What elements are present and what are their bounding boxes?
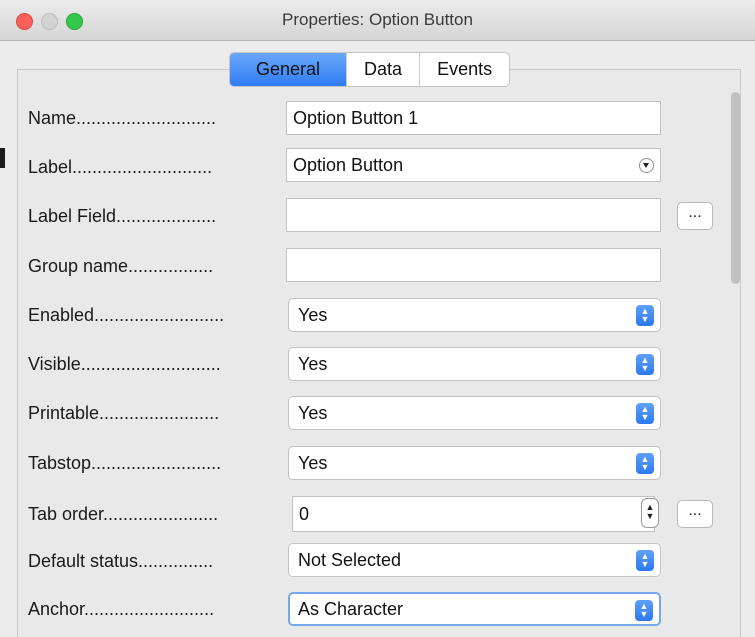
label-field-input[interactable]	[286, 198, 661, 232]
printable-select[interactable]: Yes ▲ ▼	[288, 396, 661, 430]
anchor-select[interactable]: As Character ▲ ▼	[288, 592, 661, 626]
label-value: Option Button	[293, 155, 404, 175]
anchor-value: As Character	[298, 599, 404, 619]
default-status-label: Default status...............	[28, 551, 214, 571]
default-status-select[interactable]: Not Selected ▲ ▼	[288, 543, 661, 577]
tab-general[interactable]: General	[230, 53, 347, 86]
updown-chevron-icon: ▲ ▼	[636, 305, 654, 326]
background-edge-mark	[0, 148, 5, 168]
tabstop-label: Tabstop..........................	[28, 453, 222, 473]
visible-select[interactable]: Yes ▲ ▼	[288, 347, 661, 381]
spinner-icon[interactable]: ▲ ▼	[641, 498, 659, 528]
vertical-scrollbar[interactable]	[731, 92, 740, 284]
group-name-label: Group name.................	[28, 256, 214, 276]
updown-chevron-icon: ▲ ▼	[636, 403, 654, 424]
enabled-label: Enabled..........................	[28, 305, 225, 325]
printable-value: Yes	[298, 403, 328, 423]
tab-data[interactable]: Data	[346, 53, 419, 86]
tab-order-label: Tab order.......................	[28, 504, 219, 524]
label-label: Label............................	[28, 157, 213, 177]
tab-order-value: 0	[299, 504, 310, 524]
enabled-select[interactable]: Yes ▲ ▼	[288, 298, 661, 332]
visible-label: Visible............................	[28, 354, 221, 374]
anchor-label: Anchor..........................	[28, 599, 215, 619]
default-status-value: Not Selected	[298, 550, 402, 570]
printable-label: Printable........................	[28, 403, 220, 423]
group-name-input[interactable]	[286, 248, 661, 282]
title-bar: Properties: Option Button	[0, 0, 755, 41]
tab-bar: General Data Events	[229, 52, 511, 87]
enabled-value: Yes	[298, 305, 328, 325]
label-field-label: Label Field....................	[28, 206, 217, 226]
name-field[interactable]: Option Button 1	[286, 101, 661, 135]
visible-value: Yes	[298, 354, 328, 374]
name-value: Option Button 1	[293, 108, 419, 128]
label-combobox[interactable]: Option Button	[286, 148, 661, 182]
tabstop-select[interactable]: Yes ▲ ▼	[288, 446, 661, 480]
updown-chevron-icon: ▲ ▼	[636, 453, 654, 474]
updown-chevron-icon: ▲ ▼	[635, 600, 653, 621]
tab-order-browse-button[interactable]: ...	[677, 500, 713, 528]
name-label: Name............................	[28, 108, 217, 128]
window-title: Properties: Option Button	[282, 10, 473, 29]
updown-chevron-icon: ▲ ▼	[636, 354, 654, 375]
tab-order-input[interactable]: 0	[292, 496, 655, 532]
updown-chevron-icon: ▲ ▼	[636, 550, 654, 571]
tabstop-value: Yes	[298, 453, 328, 473]
tab-events[interactable]: Events	[419, 53, 509, 86]
label-field-browse-button[interactable]: ...	[677, 202, 713, 230]
chevron-down-icon[interactable]	[639, 158, 654, 173]
